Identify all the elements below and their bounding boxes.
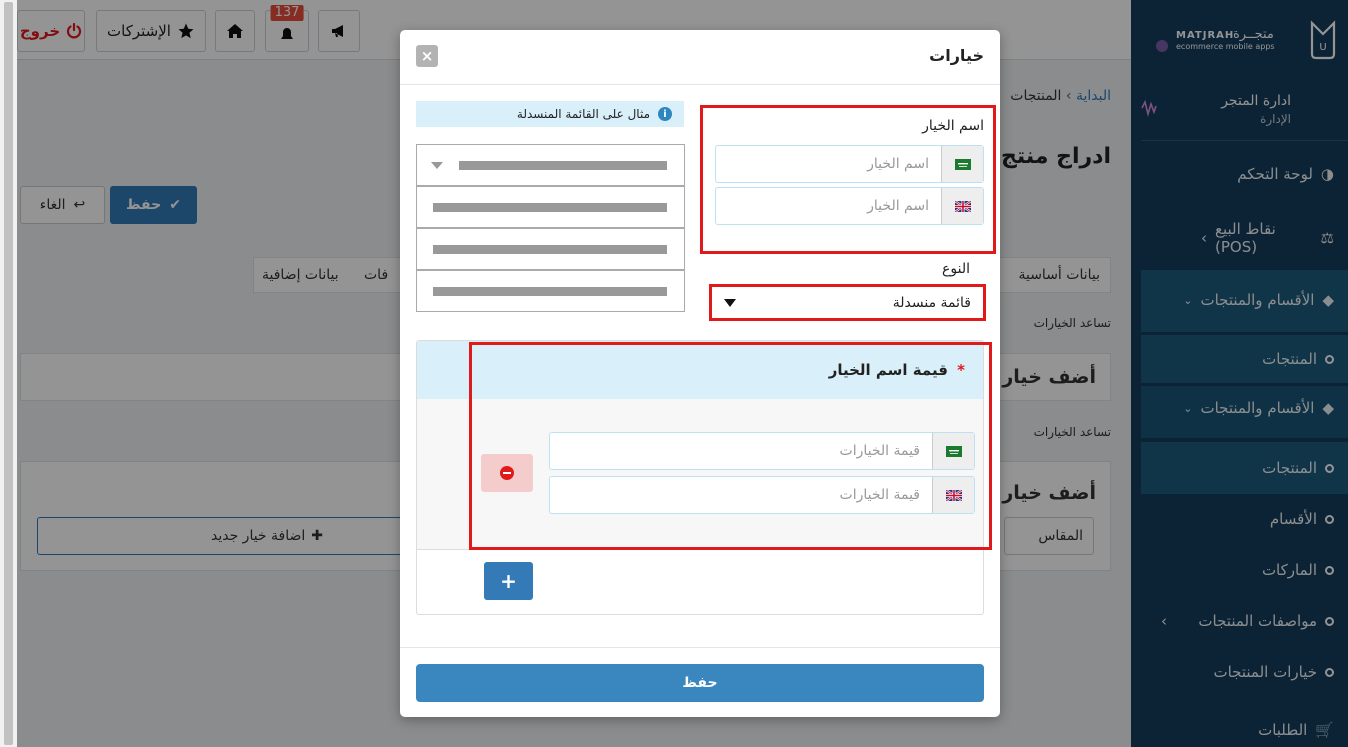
flag-uk-addon (941, 188, 983, 224)
flag-sa-icon (954, 158, 971, 170)
example-hint-bar: مثال على القائمة المنسدلة i (416, 101, 684, 127)
example-option-1 (416, 186, 685, 228)
info-icon: i (658, 107, 672, 121)
option-name-ar-input[interactable] (716, 146, 941, 182)
example-option-3 (416, 270, 685, 312)
window-scrollbar[interactable] (0, 0, 17, 747)
caret-down-icon (431, 162, 443, 169)
flag-sa-addon (941, 146, 983, 182)
close-icon: × (420, 47, 434, 65)
option-name-label: اسم الخيار (922, 118, 984, 134)
modal-save-button[interactable]: حفظ (416, 664, 984, 702)
modal-title: خيارات (929, 46, 984, 65)
modal-header: خيارات × (400, 30, 1000, 85)
option-name-en-input[interactable] (716, 188, 941, 224)
option-values-highlight (469, 342, 992, 550)
options-modal: خيارات × اسم الخيار النوع قائمة منسدلة م… (400, 30, 1000, 717)
type-select-value: قائمة منسدلة (892, 294, 971, 311)
flag-uk-icon (954, 200, 971, 212)
example-dropdown (416, 144, 685, 186)
option-name-en-group (715, 187, 984, 225)
example-option-2 (416, 228, 685, 270)
scrollbar-thumb[interactable] (4, 2, 13, 745)
add-value-button[interactable]: + (484, 562, 533, 600)
type-select[interactable]: قائمة منسدلة (712, 287, 983, 318)
example-hint-text: مثال على القائمة المنسدلة (516, 107, 650, 121)
caret-down-icon (724, 298, 736, 307)
type-label: النوع (942, 261, 970, 277)
modal-save-label: حفظ (682, 675, 718, 691)
close-button[interactable]: × (416, 45, 438, 67)
plus-icon: + (500, 569, 517, 593)
option-name-ar-group (715, 145, 984, 183)
